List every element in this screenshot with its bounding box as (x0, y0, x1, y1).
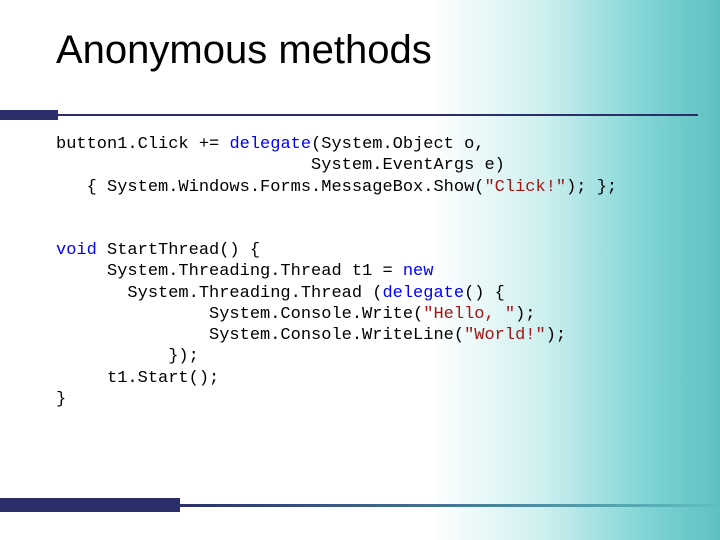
code-text: ); }; (566, 178, 617, 197)
keyword-delegate: delegate (382, 284, 464, 303)
footer-line (180, 504, 720, 507)
code-text: ); (546, 326, 566, 345)
string-literal: "Click!" (484, 178, 566, 197)
code-text: ); (515, 305, 535, 324)
code-text: StartThread() { (97, 241, 260, 260)
keyword-void: void (56, 241, 97, 260)
string-literal: "Hello, " (423, 305, 515, 324)
code-block-2: void StartThread() { System.Threading.Th… (56, 240, 566, 410)
code-text: System.Threading.Thread ( (56, 284, 382, 303)
code-text: System.Console.Write( (56, 305, 423, 324)
code-text: }); (56, 347, 199, 366)
slide: Anonymous methods button1.Click += deleg… (0, 0, 720, 540)
code-text: (System.Object o, (311, 135, 484, 154)
code-text: System.EventArgs e) (56, 156, 505, 175)
code-text: System.Console.WriteLine( (56, 326, 464, 345)
code-text: () { (464, 284, 505, 303)
code-text: System.Threading.Thread t1 = (56, 262, 403, 281)
underline-block (0, 110, 58, 120)
code-text: } (56, 390, 66, 409)
string-literal: "World!" (464, 326, 546, 345)
slide-title: Anonymous methods (0, 0, 720, 73)
footer-block (0, 498, 180, 512)
keyword-delegate: delegate (229, 135, 311, 154)
code-block-1: button1.Click += delegate(System.Object … (56, 134, 617, 198)
code-text: { System.Windows.Forms.MessageBox.Show( (56, 178, 484, 197)
code-text: t1.Start(); (56, 369, 219, 388)
underline-line (58, 114, 698, 116)
code-text: button1.Click += (56, 135, 229, 154)
title-underline (0, 106, 720, 120)
keyword-new: new (403, 262, 434, 281)
